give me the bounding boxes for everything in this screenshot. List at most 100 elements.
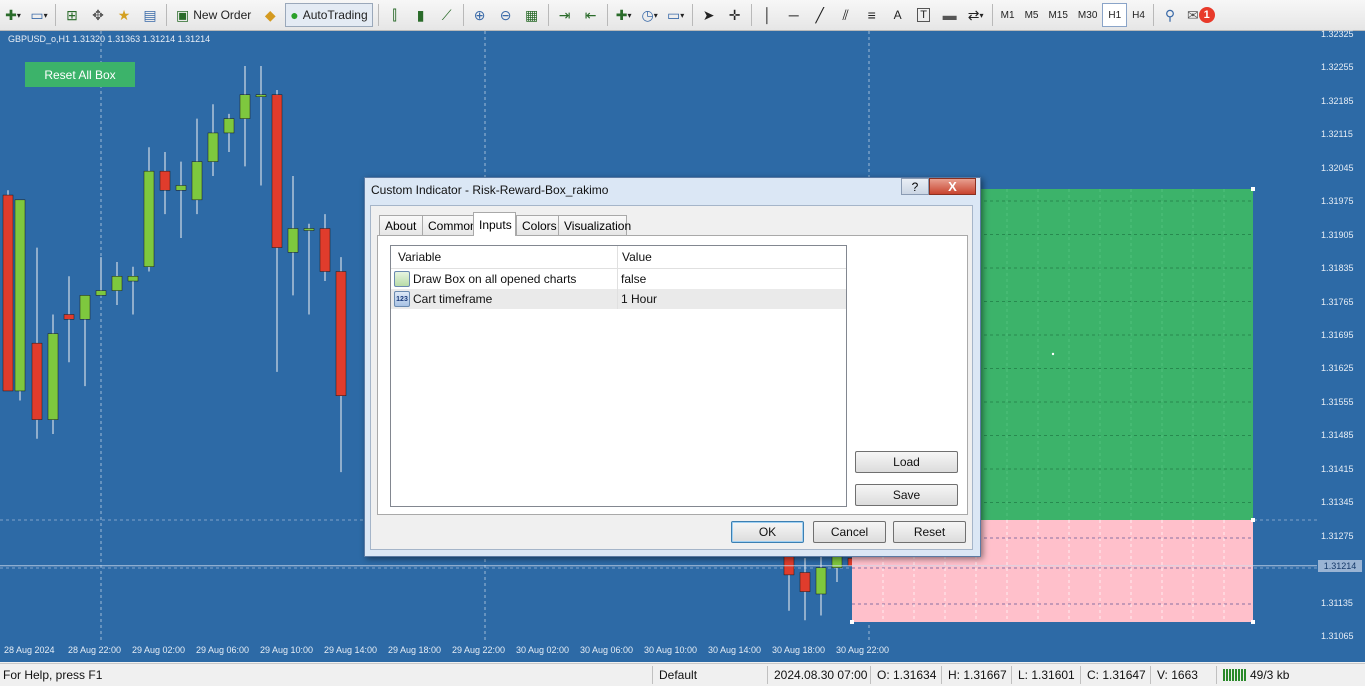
new-chart-icon[interactable]: ✚ ▾ [2, 3, 24, 27]
tab-inputs[interactable]: Inputs [473, 212, 516, 236]
table-row[interactable]: Draw Box on all opened charts false [391, 269, 846, 289]
ok-button[interactable]: OK [731, 521, 804, 543]
candle-body [111, 276, 123, 291]
crosshair-icon[interactable]: ✛ [724, 3, 746, 27]
market-watch-icon[interactable]: ⊞ [61, 3, 83, 27]
price-tick-label: 1.31555 [1321, 396, 1354, 407]
toolbar-separator [991, 4, 993, 26]
status-divider [1080, 666, 1081, 684]
reset-all-box-button[interactable]: Reset All Box [25, 62, 135, 87]
box-handle [1251, 187, 1255, 191]
candle-body [79, 295, 91, 320]
price-axis: 1.32325 1.32255 1.32185 1.32115 1.32045 1.319… [1317, 29, 1365, 641]
toolbar-separator [547, 4, 549, 26]
status-close: C: 1.31647 [1087, 668, 1146, 682]
connection-status-icon[interactable] [1223, 669, 1247, 681]
tab-visualization[interactable]: Visualization [558, 215, 631, 235]
candle-body [191, 161, 203, 201]
vertical-line-icon[interactable]: │ [757, 3, 779, 27]
timeframe-h1[interactable]: H1 [1102, 3, 1128, 27]
autoscroll-icon[interactable]: ⇥ [554, 3, 576, 27]
autotrading-label: AutoTrading [302, 8, 368, 22]
reset-button[interactable]: Reset [893, 521, 966, 543]
templates-icon[interactable]: ▭ ▾ [665, 3, 687, 27]
time-tick-label: 30 Aug 14:00 [708, 645, 762, 655]
custom-indicator-dialog: Custom Indicator - Risk-Reward-Box_rakim… [364, 177, 981, 557]
row-value[interactable]: false [621, 272, 646, 286]
time-tick-label: 30 Aug 18:00 [772, 645, 826, 655]
status-divider [652, 666, 653, 684]
price-tick-label: 1.31625 [1321, 363, 1354, 374]
time-tick-label: 30 Aug 22:00 [836, 645, 890, 655]
price-tick-label: 1.32255 [1321, 62, 1354, 73]
table-row[interactable]: 123 Cart timeframe 1 Hour [391, 289, 846, 309]
price-tick-label: 1.32325 [1321, 29, 1354, 39]
timeframe-h4[interactable]: H4 [1127, 4, 1150, 26]
toolbar-separator [166, 4, 167, 26]
time-tick-label: 29 Aug 14:00 [324, 645, 378, 655]
rectangle-icon[interactable]: ▬ [939, 3, 961, 27]
channel-icon[interactable]: ⫽ [835, 3, 857, 27]
profiles-icon[interactable]: ▭ ▾ [28, 3, 50, 27]
cursor-icon[interactable]: ➤ [698, 3, 720, 27]
dialog-body: About Common Inputs Colors Visualization… [370, 205, 973, 550]
candle-body [319, 228, 331, 272]
horizontal-line-icon[interactable]: ─ [783, 3, 805, 27]
periods-icon[interactable]: ◷ ▾ [639, 3, 661, 27]
search-icon[interactable]: ⚲ [1159, 3, 1181, 27]
candle-body [815, 567, 827, 595]
time-tick-label: 30 Aug 02:00 [516, 645, 570, 655]
arrows-icon[interactable]: ⇄ ▾ [965, 3, 987, 27]
navigator-icon[interactable]: ★ [113, 3, 135, 27]
metaeditor-icon[interactable]: ◆ [259, 3, 281, 27]
candle-body [63, 314, 75, 320]
indicators-icon[interactable]: ✚ ▾ [613, 3, 635, 27]
candle-body [335, 271, 347, 396]
price-tick-label: 1.31415 [1321, 463, 1354, 474]
timeframe-m5[interactable]: M5 [1020, 4, 1044, 26]
tab-about[interactable]: About [379, 215, 423, 235]
line-chart-icon[interactable]: ⟋ [436, 3, 458, 27]
candle-body [143, 170, 155, 267]
row-value[interactable]: 1 Hour [621, 292, 657, 306]
notification-badge: 1 [1198, 7, 1215, 23]
bar-chart-icon[interactable]: ⫿ [384, 3, 406, 27]
price-tick-label: 1.31835 [1321, 263, 1354, 274]
tab-common[interactable]: Common [422, 215, 477, 235]
fibonacci-icon[interactable]: ≡ [861, 3, 883, 27]
chart-shift-icon[interactable]: ⇤ [580, 3, 602, 27]
time-tick-label: 29 Aug 02:00 [132, 645, 186, 655]
status-open: O: 1.31634 [877, 668, 937, 682]
main-toolbar: ✚ ▾ ▭ ▾ ⊞ ✥ ★ ▤ ▣ New Order ◆ ● AutoTrading … [0, 0, 1365, 31]
save-button[interactable]: Save [855, 484, 958, 506]
time-tick-label: 29 Aug 06:00 [196, 645, 250, 655]
candlestick-chart-icon[interactable]: ▮ [410, 3, 432, 27]
price-tick-label: 1.31065 [1321, 631, 1354, 641]
timeframe-m1[interactable]: M1 [996, 4, 1020, 26]
column-divider [617, 246, 618, 268]
close-button[interactable]: X [929, 178, 976, 195]
cancel-button[interactable]: Cancel [813, 521, 886, 543]
data-window-icon[interactable]: ✥ [87, 3, 109, 27]
text-label-icon[interactable]: T [913, 3, 935, 27]
timeframe-m30[interactable]: M30 [1073, 4, 1102, 26]
candle-body [31, 342, 43, 420]
zoom-in-icon[interactable]: ⊕ [469, 3, 491, 27]
new-order-button[interactable]: ▣ New Order [172, 3, 255, 27]
zoom-out-icon[interactable]: ⊖ [495, 3, 517, 27]
notifications-button[interactable]: ✉ 1 [1185, 3, 1217, 27]
terminal-icon[interactable]: ▤ [139, 3, 161, 27]
help-button[interactable]: ? [901, 178, 929, 195]
price-tick-label: 1.31275 [1321, 530, 1354, 541]
tile-windows-icon[interactable]: ▦ [521, 3, 543, 27]
status-profile[interactable]: Default [659, 668, 697, 682]
time-tick-label: 29 Aug 10:00 [260, 645, 314, 655]
load-button[interactable]: Load [855, 451, 958, 473]
text-icon[interactable]: A [887, 3, 909, 27]
timeframe-m15[interactable]: M15 [1043, 4, 1072, 26]
trendline-icon[interactable]: ╱ [809, 3, 831, 27]
candle-body [799, 572, 811, 592]
tab-colors[interactable]: Colors [516, 215, 559, 235]
autotrading-button[interactable]: ● AutoTrading [285, 3, 373, 27]
inputs-table: Variable Value Draw Box on all opened ch… [390, 245, 847, 507]
